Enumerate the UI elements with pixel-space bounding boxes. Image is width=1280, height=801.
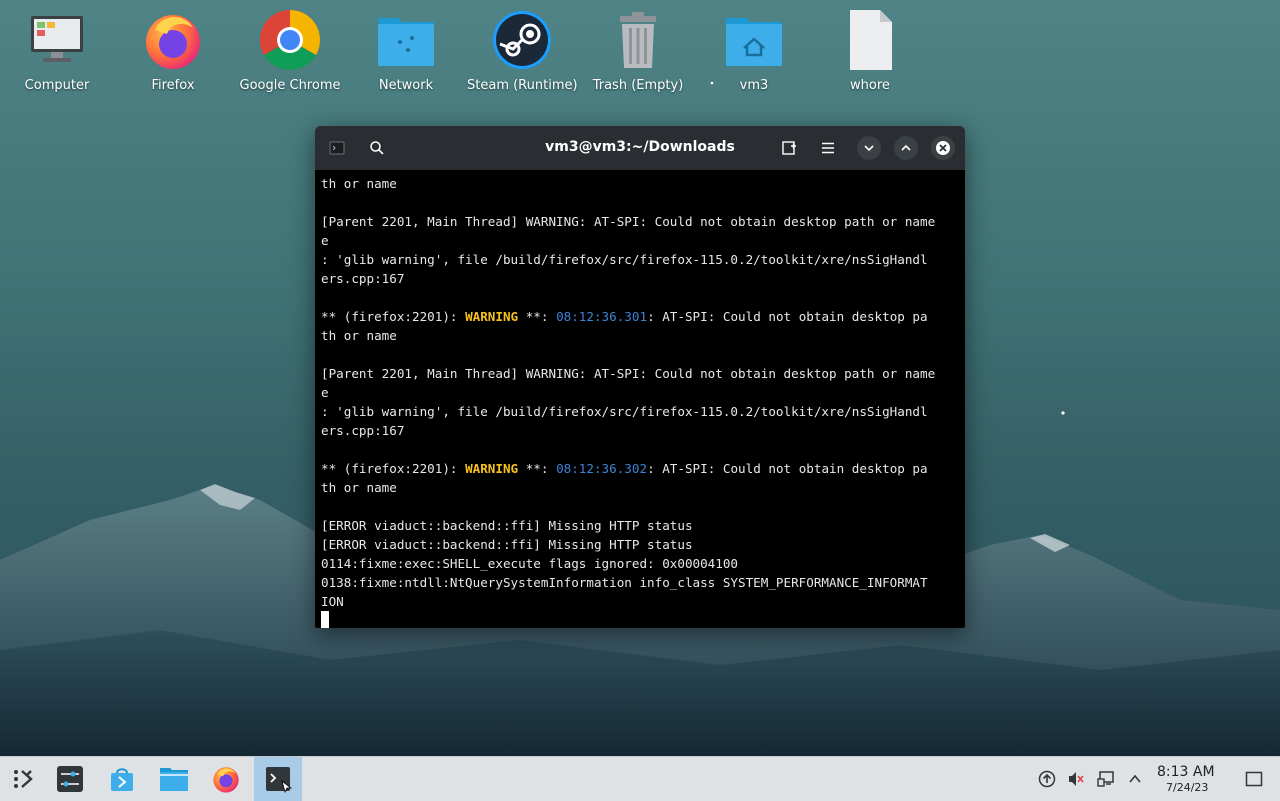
terminal-line: ers.cpp:167 [321,271,405,286]
terminal-line: : 'glib warning', file /build/firefox/sr… [321,404,928,419]
desktop-icon-label: Firefox [151,78,195,93]
desktop-icon-whore[interactable]: whore [815,8,925,93]
warning-label: WARNING [465,309,519,324]
clock-time[interactable]: 8:13 AM [1157,764,1215,780]
terminal-line: ** (firefox:2201): WARNING **: 08:12:36.… [321,307,959,326]
terminal-icon [266,767,292,793]
desktop-icon-label: vm3 [739,78,769,93]
discover-store-icon [111,768,133,791]
home-folder-icon [722,8,786,72]
terminal-line: [Parent 2201, Main Thread] WARNING: AT-S… [321,214,936,229]
warning-separator: **: [518,309,557,324]
desktop-icon-google-chrome[interactable]: Google Chrome [235,8,345,93]
terminal-window[interactable]: vm3@vm3:~/Downloads th or name [Parent 2… [315,126,965,628]
updates-tray-icon[interactable] [1037,769,1057,789]
timestamp: 08:12:36.302 [556,461,648,476]
terminal-line: th or name [321,328,397,343]
application-launcher-button[interactable] [0,757,48,801]
taskbar-firefox[interactable] [202,757,250,801]
search-icon[interactable] [365,136,389,160]
close-button[interactable] [931,136,955,160]
chevron-up-icon [1129,774,1141,783]
terminal-line: th or name [321,176,397,191]
show-desktop-button[interactable] [1244,769,1264,789]
desktop-icon-label: whore [850,78,890,93]
desktop-icon-label: Steam (Runtime) [467,78,578,93]
terminal-line: [ERROR viaduct::backend::ffi] Missing HT… [321,537,693,552]
warning-label: WARNING [465,461,519,476]
warning-message: : AT-SPI: Could not obtain desktop pa [647,461,928,476]
network-icon [1097,771,1114,787]
taskbar-discover[interactable] [98,757,146,801]
network-folder-icon [374,8,438,72]
desktop-icon-firefox[interactable]: Firefox [118,8,228,93]
clock-date[interactable]: 7/24/23 [1166,781,1208,794]
warning-separator: **: [518,461,557,476]
desktop-icon-steam[interactable]: Steam (Runtime) [467,8,578,93]
desktop-icon-computer[interactable]: Computer [2,8,112,93]
desktop-icon-network[interactable]: Network [351,8,461,93]
chevron-down-icon [864,145,874,152]
desktop-icon-label: Google Chrome [239,78,341,93]
volume-muted-icon [1069,772,1084,786]
taskbar-system-settings[interactable] [46,757,94,801]
system-settings-icon [57,766,83,792]
steam-icon [490,8,554,72]
chrome-icon [258,8,322,72]
terminal-line: ION [321,594,344,609]
desktop-icon-label: Computer [24,78,90,93]
show-desktop-icon [1245,771,1263,787]
terminal-line: [ERROR viaduct::backend::ffi] Missing HT… [321,518,693,533]
minimize-button[interactable] [857,136,881,160]
warning-prefix: ** (firefox:2201): [321,309,466,324]
terminal-output[interactable]: th or name [Parent 2201, Main Thread] WA… [315,170,965,628]
hamburger-menu-icon[interactable] [816,136,840,160]
network-tray-icon[interactable] [1096,769,1116,789]
trash-icon [606,8,670,72]
terminal-line: ** (firefox:2201): WARNING **: 08:12:36.… [321,459,959,478]
terminal-line: e [321,385,329,400]
desktop-icon-label: Trash (Empty) [592,78,684,93]
terminal-line: 0114:fixme:exec:SHELL_execute flags igno… [321,556,739,571]
file-manager-icon [160,768,188,791]
terminal-cursor-line [321,611,959,628]
taskbar-terminal[interactable] [254,757,302,801]
timestamp: 08:12:36.301 [556,309,648,324]
file-icon [838,8,902,72]
warning-message: : AT-SPI: Could not obtain desktop pa [647,309,928,324]
taskbar: 8:13 AM 7/24/23 [0,756,1280,801]
split-view-icon[interactable] [777,136,801,160]
terminal-line: th or name [321,480,397,495]
firefox-icon [213,767,239,793]
desktop-icon-label: Network [378,78,434,93]
close-icon [936,141,950,155]
maximize-button[interactable] [894,136,918,160]
desktop-icon-vm3[interactable]: vm3 [699,8,809,93]
terminal-cursor [321,611,329,628]
terminal-line: ers.cpp:167 [321,423,405,438]
taskbar-file-manager[interactable] [150,757,198,801]
desktop-icon-trash[interactable]: Trash (Empty) [583,8,693,93]
terminal-line: e [321,233,329,248]
window-titlebar[interactable]: vm3@vm3:~/Downloads [315,126,965,170]
volume-tray-icon[interactable] [1066,769,1086,789]
terminal-line: [Parent 2201, Main Thread] WARNING: AT-S… [321,366,936,381]
chevron-up-icon [901,144,911,151]
computer-icon [25,8,89,72]
firefox-icon [141,8,205,72]
updates-icon [1038,770,1056,788]
terminal-app-icon[interactable] [325,136,349,160]
terminal-line: 0138:fixme:ntdll:NtQuerySystemInformatio… [321,575,928,590]
terminal-line: : 'glib warning', file /build/firefox/sr… [321,252,928,267]
application-launcher-icon [14,770,33,788]
warning-prefix: ** (firefox:2201): [321,461,466,476]
show-hidden-tray-button[interactable] [1125,769,1145,789]
